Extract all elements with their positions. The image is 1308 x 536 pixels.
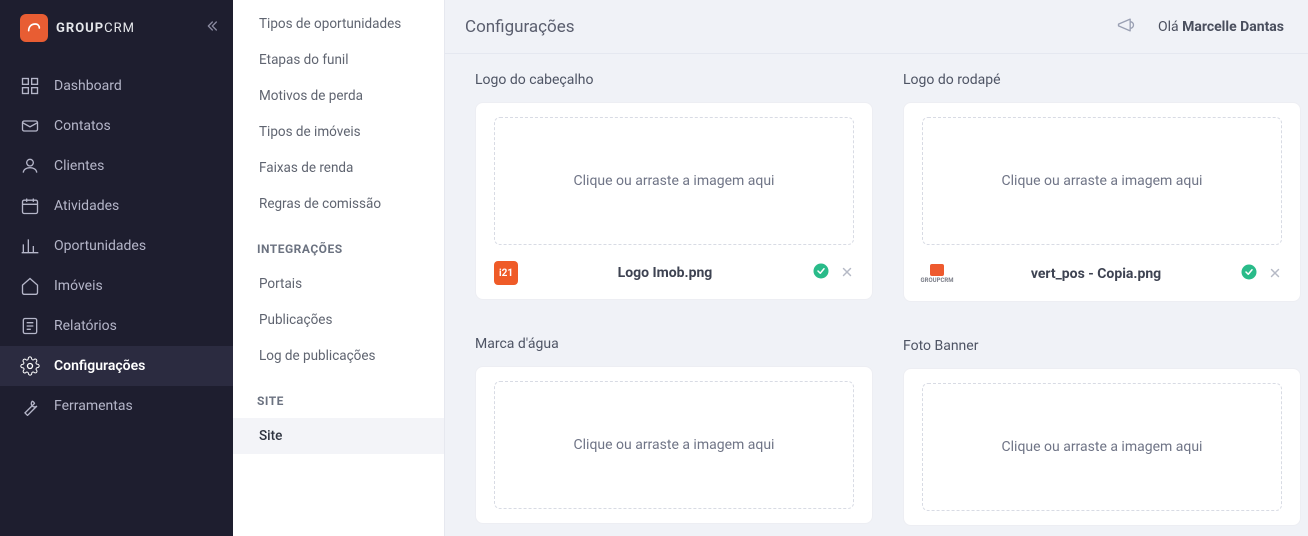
sub-log-publicacoes[interactable]: Log de publicações xyxy=(233,338,444,374)
sub-faixas-renda[interactable]: Faixas de renda xyxy=(233,150,444,186)
nav-label: Clientes xyxy=(54,158,104,174)
sub-tipos-imoveis[interactable]: Tipos de imóveis xyxy=(233,114,444,150)
sub-portais[interactable]: Portais xyxy=(233,266,444,302)
file-actions xyxy=(812,262,854,284)
sub-site[interactable]: Site xyxy=(233,418,444,454)
nav-label: Oportunidades xyxy=(54,238,146,254)
sidebar-collapse-button[interactable] xyxy=(203,18,219,39)
card-footer-logo: Clique ou arraste a imagem aqui GROUPCRM… xyxy=(903,102,1301,302)
remove-icon[interactable] xyxy=(1268,265,1282,284)
settings-submenu[interactable]: Tipos de oportunidades Etapas do funil M… xyxy=(233,0,445,536)
nav-atividades[interactable]: Atividades xyxy=(0,186,233,226)
dropzone-footer-logo[interactable]: Clique ou arraste a imagem aqui xyxy=(922,117,1282,245)
dropzone-header-logo[interactable]: Clique ou arraste a imagem aqui xyxy=(494,117,854,245)
sub-motivos-perda[interactable]: Motivos de perda xyxy=(233,78,444,114)
greeting-prefix: Olá xyxy=(1158,19,1182,35)
sub-publicacoes[interactable]: Publicações xyxy=(233,302,444,338)
nav-contatos[interactable]: Contatos xyxy=(0,106,233,146)
sub-etapas-funil[interactable]: Etapas do funil xyxy=(233,42,444,78)
reports-icon xyxy=(20,316,40,336)
card-header-logo: Clique ou arraste a imagem aqui i21 Logo… xyxy=(475,102,873,300)
user-greeting[interactable]: Olá Marcelle Dantas xyxy=(1158,19,1284,35)
nav-label: Relatórios xyxy=(54,318,117,334)
nav-label: Imóveis xyxy=(54,278,103,294)
file-row-footer-logo: GROUPCRM vert_pos - Copia.png xyxy=(922,261,1282,287)
card-banner: Clique ou arraste a imagem aqui xyxy=(903,368,1301,526)
nav-label: Atividades xyxy=(54,198,119,214)
nav-dashboard[interactable]: Dashboard xyxy=(0,66,233,106)
column-left: Logo do cabeçalho Clique ou arraste a im… xyxy=(475,64,873,536)
topbar: Configurações Olá Marcelle Dantas xyxy=(445,0,1308,54)
brand-logo[interactable]: GROUPCRM xyxy=(20,14,135,42)
mini-thumb-label: GROUPCRM xyxy=(921,277,954,284)
topbar-right: Olá Marcelle Dantas xyxy=(1116,15,1284,39)
sub-heading-integracoes: INTEGRAÇÕES xyxy=(233,222,444,266)
check-circle-icon xyxy=(812,262,830,284)
user-name: Marcelle Dantas xyxy=(1182,19,1284,35)
content: Logo do cabeçalho Clique ou arraste a im… xyxy=(445,54,1308,536)
nav-imoveis[interactable]: Imóveis xyxy=(0,266,233,306)
nav-relatorios[interactable]: Relatórios xyxy=(0,306,233,346)
sidebar-header: GROUPCRM xyxy=(0,14,233,66)
brand-badge xyxy=(20,14,48,42)
label-footer-logo: Logo do rodapé xyxy=(903,72,1301,88)
primary-nav: Dashboard Contatos Clientes Atividades O… xyxy=(0,66,233,426)
file-name-footer-logo: vert_pos - Copia.png xyxy=(964,266,1228,282)
file-thumb-header-logo: i21 xyxy=(494,261,518,285)
nav-label: Ferramentas xyxy=(54,398,133,414)
sub-heading-site: SITE xyxy=(233,374,444,418)
chevron-left-icon xyxy=(203,21,219,38)
nav-configuracoes[interactable]: Configurações xyxy=(0,346,233,386)
sub-tipos-oportunidades[interactable]: Tipos de oportunidades xyxy=(233,6,444,42)
house-icon xyxy=(20,276,40,296)
nav-label: Configurações xyxy=(54,358,145,374)
user-icon xyxy=(20,156,40,176)
chart-icon xyxy=(20,236,40,256)
brand-text: GROUPCRM xyxy=(56,21,135,36)
label-watermark: Marca d'água xyxy=(475,336,873,352)
check-circle-icon xyxy=(1240,263,1258,285)
dropzone-banner[interactable]: Clique ou arraste a imagem aqui xyxy=(922,383,1282,511)
card-watermark: Clique ou arraste a imagem aqui xyxy=(475,366,873,524)
dashboard-icon xyxy=(20,76,40,96)
label-banner: Foto Banner xyxy=(903,338,1301,354)
settings-icon xyxy=(20,356,40,376)
tools-icon xyxy=(20,396,40,416)
label-header-logo: Logo do cabeçalho xyxy=(475,72,873,88)
nav-label: Contatos xyxy=(54,118,111,134)
megaphone-icon[interactable] xyxy=(1116,15,1136,39)
sidebar: GROUPCRM Dashboard Contatos Clientes xyxy=(0,0,233,536)
dropzone-watermark[interactable]: Clique ou arraste a imagem aqui xyxy=(494,381,854,509)
nav-ferramentas[interactable]: Ferramentas xyxy=(0,386,233,426)
calendar-icon xyxy=(20,196,40,216)
file-actions xyxy=(1240,263,1282,285)
nav-clientes[interactable]: Clientes xyxy=(0,146,233,186)
column-right: Logo do rodapé Clique ou arraste a image… xyxy=(903,64,1301,536)
main-area: Configurações Olá Marcelle Dantas Logo d… xyxy=(445,0,1308,536)
mail-icon xyxy=(20,116,40,136)
file-name-header-logo: Logo Imob.png xyxy=(530,265,800,281)
file-row-header-logo: i21 Logo Imob.png xyxy=(494,261,854,285)
nav-label: Dashboard xyxy=(54,78,122,94)
page-title: Configurações xyxy=(465,17,575,37)
nav-oportunidades[interactable]: Oportunidades xyxy=(0,226,233,266)
file-thumb-footer-logo: GROUPCRM xyxy=(922,261,952,287)
sub-regras-comissao[interactable]: Regras de comissão xyxy=(233,186,444,222)
remove-icon[interactable] xyxy=(840,264,854,283)
